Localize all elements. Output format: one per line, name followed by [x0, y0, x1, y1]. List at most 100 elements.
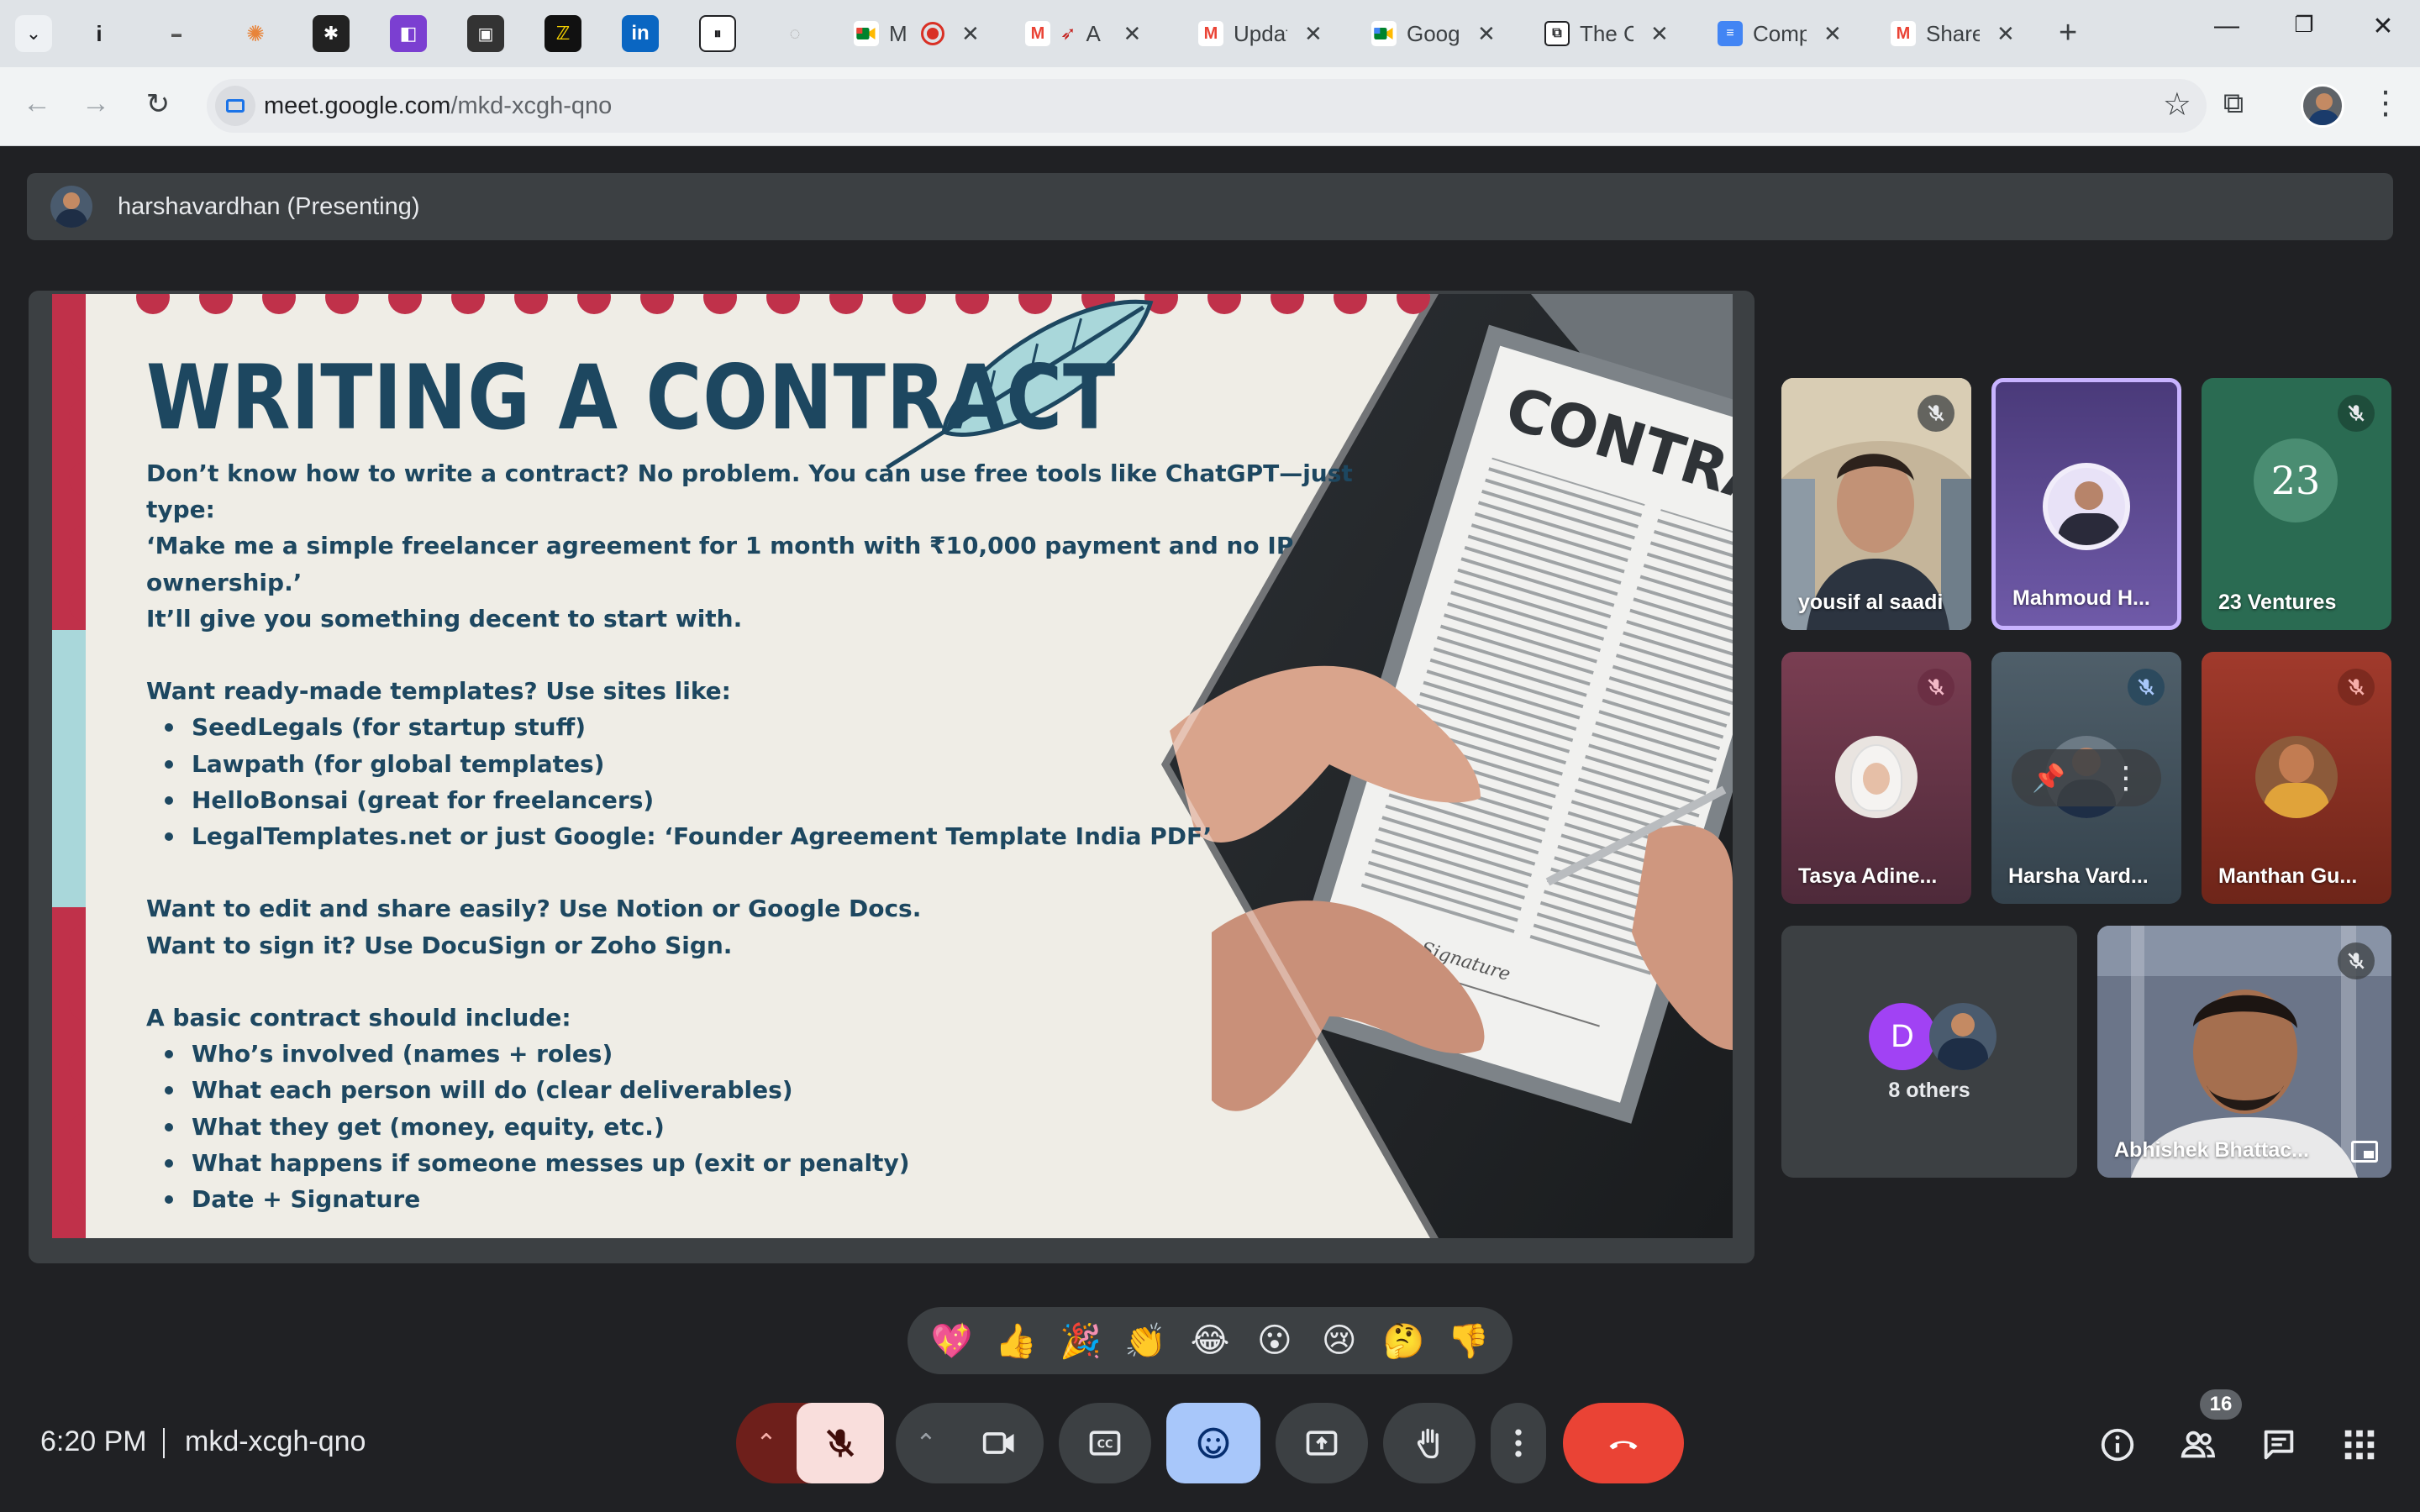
- reactions-bar: 💖 👍 🎉 👏 😂 😮 😢 🤔 👎: [908, 1307, 1512, 1374]
- more-options-button[interactable]: [1491, 1403, 1546, 1483]
- close-icon[interactable]: ✕: [1477, 21, 1496, 47]
- surprised-face-icon[interactable]: 😮: [1248, 1314, 1302, 1368]
- close-icon[interactable]: ✕: [1823, 21, 1842, 47]
- presenter-avatar: [50, 186, 92, 228]
- pinned-tab-grid-icon[interactable]: ✱: [313, 15, 350, 52]
- thinking-face-icon[interactable]: 🤔: [1377, 1314, 1431, 1368]
- slide-spacer: [146, 637, 1407, 673]
- participant-tile-tasya[interactable]: Tasya Adine...: [1781, 652, 1971, 904]
- more-options-icon[interactable]: ⋮: [2111, 760, 2141, 795]
- picture-in-picture-icon[interactable]: [2351, 1141, 2378, 1163]
- microphone-toggle-button[interactable]: [797, 1403, 884, 1483]
- chat-button[interactable]: [2257, 1423, 2301, 1467]
- meeting-details-button[interactable]: [2096, 1423, 2139, 1467]
- pinned-tab-linkedin-icon[interactable]: in: [622, 15, 659, 52]
- captions-button[interactable]: CC: [1059, 1403, 1151, 1483]
- tab-the-c[interactable]: ⧉ The C ✕: [1536, 12, 1677, 55]
- address-bar[interactable]: meet.google.com/mkd-xcgh-qno ☆: [207, 79, 2207, 133]
- leave-call-button[interactable]: [1563, 1403, 1684, 1483]
- slide-bullet: SeedLegals (for startup stuff): [146, 709, 1407, 745]
- tab-gmail-a[interactable]: M ➶ A ✕: [1017, 12, 1150, 55]
- thumbs-down-icon[interactable]: 👎: [1441, 1314, 1495, 1368]
- forward-button[interactable]: →: [76, 87, 116, 120]
- party-popper-icon[interactable]: 🎉: [1054, 1314, 1107, 1368]
- meeting-code: mkd-xcgh-qno: [185, 1425, 366, 1457]
- pinned-tab-narrative-icon[interactable]: ▬: [158, 15, 195, 52]
- participant-tile-yousif[interactable]: yousif al saadi: [1781, 378, 1971, 630]
- tab-google-docs[interactable]: ≡ Comp ✕: [1709, 12, 1850, 55]
- close-icon[interactable]: ✕: [961, 21, 980, 47]
- slide-bullet: What they get (money, equity, etc.): [146, 1109, 1407, 1145]
- mic-off-icon: [826, 1429, 855, 1457]
- clapping-hands-icon[interactable]: 👏: [1118, 1314, 1172, 1368]
- mic-off-icon: [2348, 405, 2365, 422]
- new-tab-button[interactable]: +: [2059, 15, 2077, 51]
- minimize-button[interactable]: —: [2202, 12, 2252, 40]
- gmail-icon: M: [1891, 21, 1916, 46]
- shared-slide: CONTRA Signature WRITING A CONTRACT Don’…: [52, 294, 1733, 1238]
- pinned-tab-contact-icon[interactable]: ▣: [467, 15, 504, 52]
- restore-button[interactable]: ❐: [2279, 12, 2329, 38]
- close-icon[interactable]: ✕: [1123, 21, 1141, 47]
- camera-toggle-button[interactable]: [956, 1403, 1044, 1483]
- tab-label: Comp: [1753, 20, 1807, 46]
- mic-off-icon: [1928, 679, 1944, 696]
- activities-button[interactable]: [2338, 1423, 2381, 1467]
- slide-spacer: [146, 854, 1407, 890]
- pinned-tab-z-icon[interactable]: ℤ: [544, 15, 581, 52]
- footer-divider: [163, 1428, 165, 1458]
- participant-tile-manthan[interactable]: Manthan Gu...: [2202, 652, 2391, 904]
- present-screen-button[interactable]: [1276, 1403, 1368, 1483]
- close-icon[interactable]: ✕: [1996, 21, 2015, 47]
- pinned-tab-loading-icon[interactable]: ◌: [776, 15, 813, 52]
- audio-options-chevron-icon[interactable]: ⌃: [736, 1403, 797, 1483]
- participant-tile-23-ventures[interactable]: 23 23 Ventures: [2202, 378, 2391, 630]
- pinned-tab-app-icon[interactable]: ◧: [390, 15, 427, 52]
- laughing-face-icon[interactable]: 😂: [1183, 1314, 1237, 1368]
- pinned-tab-sun-icon[interactable]: ✺: [237, 15, 274, 52]
- gmail-icon: M: [1025, 21, 1050, 46]
- video-options-chevron-icon[interactable]: ⌃: [896, 1403, 956, 1483]
- bookmark-star-icon[interactable]: ☆: [2163, 86, 2191, 123]
- tab-meet-recording[interactable]: M ✕: [845, 12, 988, 55]
- closed-captions-icon: CC: [1089, 1431, 1121, 1456]
- pinned-tab-info-icon[interactable]: i: [81, 15, 118, 52]
- pin-icon[interactable]: 📌: [2032, 762, 2065, 794]
- slide-bullet: What each person will do (clear delivera…: [146, 1072, 1407, 1108]
- pinned-tab-pause-icon[interactable]: ⏸: [699, 15, 736, 52]
- sparkling-heart-icon[interactable]: 💖: [924, 1314, 978, 1368]
- close-window-button[interactable]: ✕: [2358, 12, 2408, 41]
- tab-google-meet[interactable]: Googl ✕: [1363, 12, 1504, 55]
- close-icon[interactable]: ✕: [1650, 21, 1669, 47]
- thumbs-up-icon[interactable]: 👍: [989, 1314, 1043, 1368]
- back-button[interactable]: ←: [17, 87, 57, 120]
- tab-gmail-update[interactable]: M Updat ✕: [1190, 12, 1331, 55]
- reactions-button[interactable]: [1166, 1403, 1260, 1483]
- tab-gmail-share[interactable]: M Share ✕: [1882, 12, 2023, 55]
- slide-bullet: Date + Signature: [146, 1181, 1407, 1217]
- close-icon[interactable]: ✕: [1304, 21, 1323, 47]
- browser-menu-icon[interactable]: ⋮: [2370, 84, 2402, 122]
- reload-button[interactable]: ↻: [138, 87, 178, 121]
- slide-line: ‘Make me a simple freelancer agreement f…: [146, 532, 1294, 596]
- slide-bullet: What happens if someone messes up (exit …: [146, 1145, 1407, 1181]
- participant-name: Abhishek Bhattac...: [2114, 1138, 2309, 1162]
- end-call-icon: [1609, 1441, 1638, 1450]
- participant-tile-harsha[interactable]: 📌 ⋮ Harsha Vard...: [1991, 652, 2181, 904]
- participant-tile-mahmoud[interactable]: Mahmoud H...: [1991, 378, 2181, 630]
- others-count-label: 8 others: [1888, 1079, 1970, 1102]
- participant-tile-abhishek[interactable]: Abhishek Bhattac...: [2097, 926, 2391, 1178]
- browser-toolbar: ← → ↻ meet.google.com/mkd-xcgh-qno ☆ ⧉ ⋮: [0, 67, 2420, 146]
- participant-avatar: [1835, 736, 1918, 818]
- slide-bullet: LegalTemplates.net or just Google: ‘Foun…: [146, 818, 1407, 854]
- people-button[interactable]: [2176, 1423, 2220, 1467]
- crying-face-icon[interactable]: 😢: [1313, 1314, 1366, 1368]
- browser-tab-strip: ⌄ i ▬ ✺ ✱ ◧ ▣ ℤ in ⏸ ◌ M ✕ M ➶ A ✕ M Upd…: [0, 0, 2420, 67]
- slide-title: WRITING A CONTRACT: [146, 346, 1117, 449]
- raise-hand-button[interactable]: [1383, 1403, 1476, 1483]
- extensions-icon[interactable]: ⧉: [2215, 87, 2252, 124]
- site-info-icon[interactable]: [215, 86, 255, 126]
- participant-tile-others[interactable]: D 8 others: [1781, 926, 2077, 1178]
- tab-search-button[interactable]: ⌄: [15, 15, 52, 52]
- profile-avatar[interactable]: [2301, 84, 2344, 128]
